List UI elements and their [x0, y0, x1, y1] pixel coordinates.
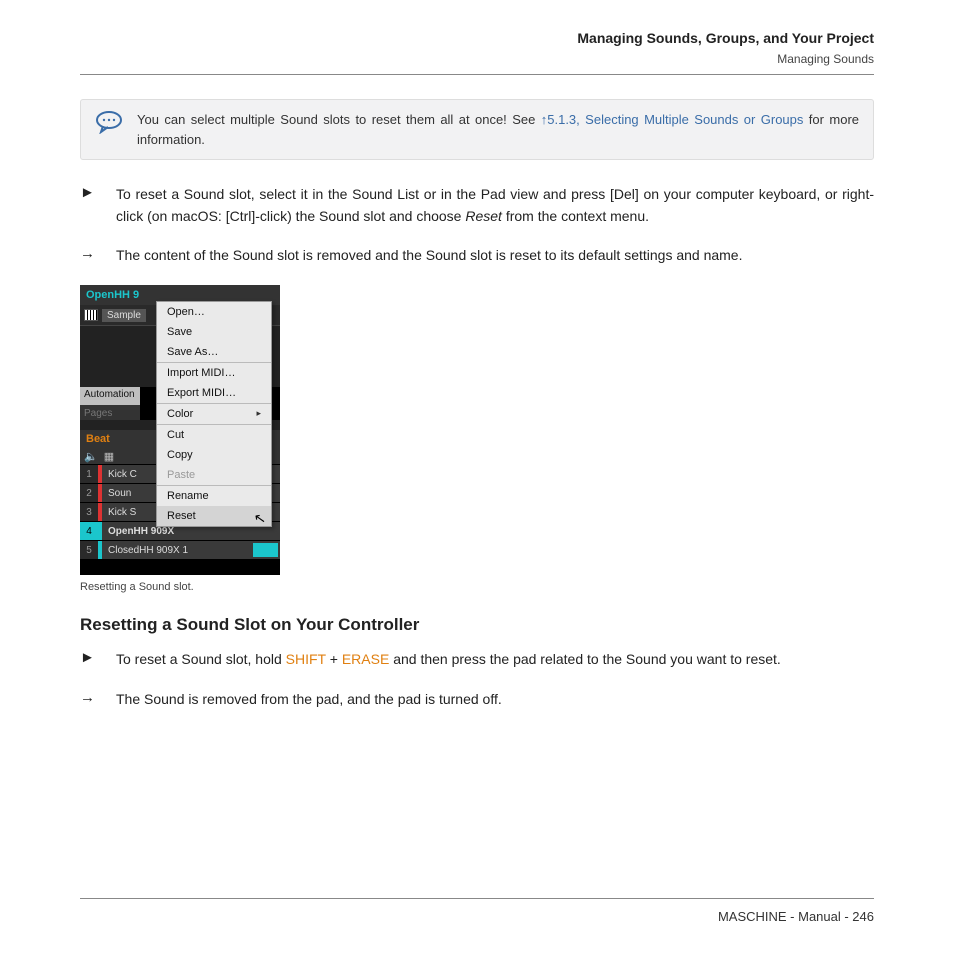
- step-text: The Sound is removed from the pad, and t…: [116, 689, 874, 711]
- page-header: Managing Sounds, Groups, and Your Projec…: [80, 30, 874, 75]
- xref-link[interactable]: ↑5.1.3, Selecting Multiple Sounds or Gro…: [541, 112, 804, 127]
- step-action: ► To reset a Sound slot, hold SHIFT + ER…: [80, 649, 874, 671]
- menu-import-midi[interactable]: Import MIDI…: [157, 363, 271, 383]
- sound-name-header: OpenHH 9: [86, 289, 139, 301]
- menu-save[interactable]: Save: [157, 322, 271, 342]
- menu-save-as[interactable]: Save As…: [157, 342, 271, 362]
- automation-tab: Automation: [80, 387, 140, 405]
- menu-cut[interactable]: Cut: [157, 425, 271, 445]
- figure-caption: Resetting a Sound slot.: [80, 581, 874, 593]
- triangle-bullet-icon: ►: [80, 649, 96, 671]
- context-menu: Open… Save Save As… Import MIDI… Export …: [156, 301, 272, 527]
- menu-export-midi[interactable]: Export MIDI…: [157, 383, 271, 403]
- grid-icon: ▦: [104, 450, 114, 463]
- tip-text: You can select multiple Sound slots to r…: [137, 110, 859, 149]
- pages-tab: Pages: [80, 405, 140, 420]
- key-erase: ERASE: [342, 651, 389, 667]
- speech-bubble-icon: [95, 110, 123, 149]
- tip-callout: You can select multiple Sound slots to r…: [80, 99, 874, 160]
- speaker-icon: 🔈: [84, 450, 98, 463]
- step-text: To reset a Sound slot, select it in the …: [116, 184, 874, 227]
- arrow-bullet-icon: →: [80, 689, 96, 711]
- group-name: Beat: [86, 433, 110, 445]
- triangle-bullet-icon: ►: [80, 184, 96, 227]
- subheading: Resetting a Sound Slot on Your Controlle…: [80, 615, 874, 635]
- arrow-bullet-icon: →: [80, 245, 96, 267]
- chapter-title: Managing Sounds, Groups, and Your Projec…: [80, 30, 874, 46]
- section-title: Managing Sounds: [80, 52, 874, 66]
- menu-open[interactable]: Open…: [157, 302, 271, 322]
- step-text: To reset a Sound slot, hold SHIFT + ERAS…: [116, 649, 874, 671]
- key-shift: SHIFT: [286, 651, 326, 667]
- piano-icon: [84, 309, 98, 321]
- sound-slot: ClosedHH 909X 1: [102, 541, 280, 559]
- figure-screenshot: OpenHH 9 Sample Automation Pages Beat 🔈 ▦…: [80, 285, 874, 593]
- menu-paste: Paste: [157, 465, 271, 485]
- menu-copy[interactable]: Copy: [157, 445, 271, 465]
- page-footer: MASCHINE - Manual - 246: [80, 898, 874, 924]
- step-action: ► To reset a Sound slot, select it in th…: [80, 184, 874, 227]
- menu-color[interactable]: Color: [157, 404, 271, 424]
- step-text: The content of the Sound slot is removed…: [116, 245, 874, 267]
- step-result: → The content of the Sound slot is remov…: [80, 245, 874, 267]
- sample-tab: Sample: [102, 309, 146, 322]
- menu-rename[interactable]: Rename: [157, 486, 271, 506]
- step-result: → The Sound is removed from the pad, and…: [80, 689, 874, 711]
